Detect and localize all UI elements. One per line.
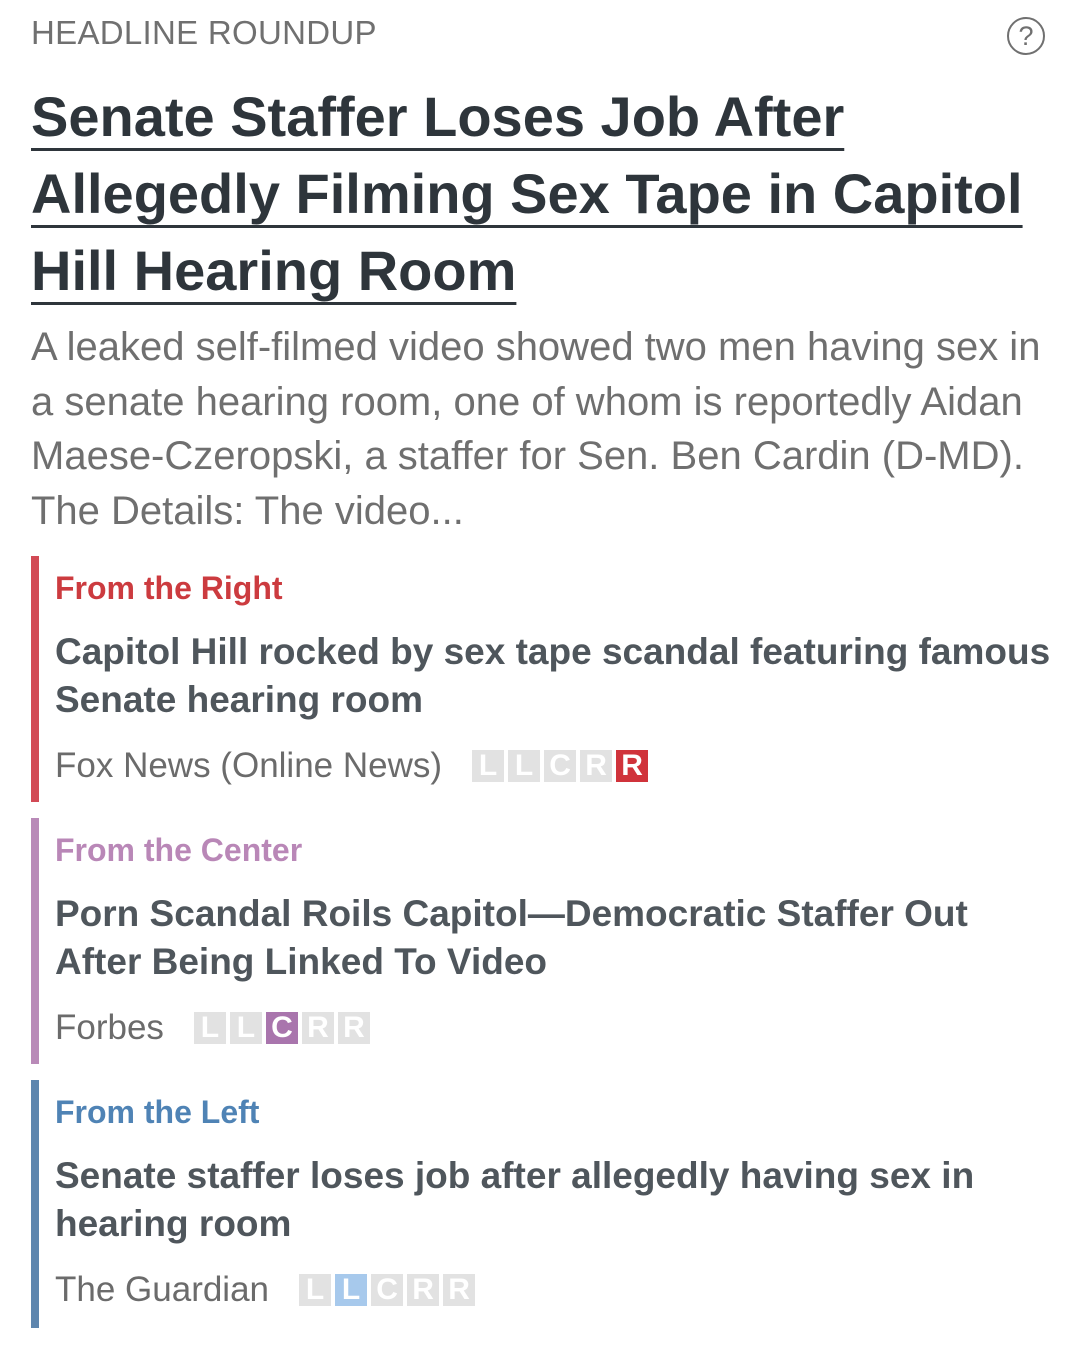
source-row: Forbes L L C R R xyxy=(55,1008,370,1048)
bias-box-lean-right: R xyxy=(580,750,613,782)
story-side-label: From the Left xyxy=(55,1094,260,1130)
source-name[interactable]: Forbes xyxy=(55,1008,164,1048)
story-side-label: From the Right xyxy=(55,570,283,606)
help-icon[interactable]: ? xyxy=(1007,17,1045,55)
bias-box-far-left: L xyxy=(299,1274,332,1306)
bias-box-center: C xyxy=(371,1274,404,1306)
source-row: Fox News (Online News) L L C R R xyxy=(55,746,649,786)
bias-box-lean-right: R xyxy=(301,1012,334,1044)
source-row: The Guardian L L C R R xyxy=(55,1270,476,1310)
bias-box-far-left: L xyxy=(193,1012,226,1044)
story-title[interactable]: Capitol Hill rocked by sex tape scandal … xyxy=(55,628,1055,723)
bias-rating[interactable]: L L C R R xyxy=(472,750,649,782)
bias-box-far-left: L xyxy=(472,750,505,782)
story-side-label: From the Center xyxy=(55,832,303,868)
bias-box-center: C xyxy=(265,1012,298,1044)
bias-box-center: C xyxy=(544,750,577,782)
story-title[interactable]: Porn Scandal Roils Capitol—Democratic St… xyxy=(55,890,1055,985)
bias-box-lean-left: L xyxy=(229,1012,262,1044)
bias-box-far-right: R xyxy=(616,750,649,782)
bias-box-lean-left: L xyxy=(335,1274,368,1306)
bias-rating[interactable]: L L C R R xyxy=(299,1274,476,1306)
story-left[interactable]: From the Left Senate staffer loses job a… xyxy=(31,1080,1051,1328)
bias-box-far-right: R xyxy=(337,1012,370,1044)
story-right[interactable]: From the Right Capitol Hill rocked by se… xyxy=(31,556,1051,802)
headline-line-1[interactable]: Senate Staffer Loses Job After xyxy=(31,85,844,148)
bias-box-far-right: R xyxy=(443,1274,476,1306)
section-label: HEADLINE ROUNDUP xyxy=(31,14,377,51)
bias-box-lean-right: R xyxy=(407,1274,440,1306)
story-title[interactable]: Senate staffer loses job after allegedly… xyxy=(55,1152,1055,1247)
headline-line-3[interactable]: Hill Hearing Room xyxy=(31,239,516,302)
story-center[interactable]: From the Center Porn Scandal Roils Capit… xyxy=(31,818,1051,1064)
summary-text: A leaked self-filmed video showed two me… xyxy=(31,325,1041,533)
headline-link[interactable]: Senate Staffer Loses Job After Allegedly… xyxy=(31,78,1041,309)
headline-line-2[interactable]: Allegedly Filming Sex Tape in Capitol xyxy=(31,162,1023,225)
help-icon-glyph: ? xyxy=(1018,20,1034,51)
source-name[interactable]: The Guardian xyxy=(55,1270,269,1310)
bias-rating[interactable]: L L C R R xyxy=(193,1012,370,1044)
bias-box-lean-left: L xyxy=(508,750,541,782)
source-name[interactable]: Fox News (Online News) xyxy=(55,746,442,786)
